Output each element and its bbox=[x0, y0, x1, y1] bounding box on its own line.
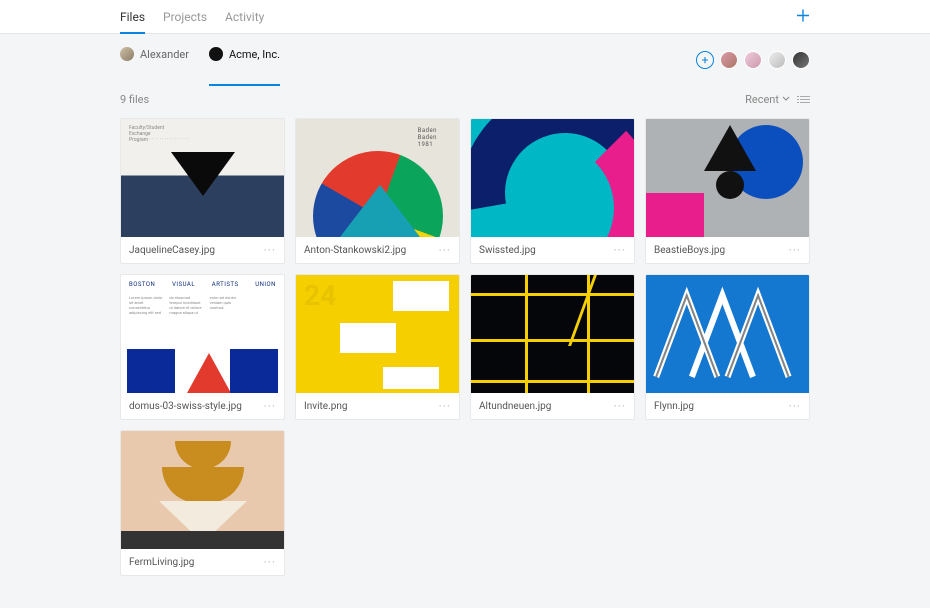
org-tab-personal[interactable]: Alexander bbox=[120, 34, 189, 86]
sort-controls: Recent bbox=[745, 93, 810, 106]
avatar-icon bbox=[209, 47, 223, 61]
list-icon bbox=[800, 99, 810, 100]
new-file-button[interactable] bbox=[796, 7, 810, 26]
list-icon bbox=[800, 102, 810, 103]
file-thumbnail bbox=[646, 119, 809, 237]
thumb-text: 24 bbox=[304, 279, 336, 312]
file-card[interactable]: 24 Invite.png ··· bbox=[295, 274, 460, 420]
plus-icon: + bbox=[702, 53, 709, 67]
file-card[interactable]: Altundneuen.jpg ··· bbox=[470, 274, 635, 420]
file-more-button[interactable]: ··· bbox=[439, 243, 451, 257]
collaborator-avatar[interactable] bbox=[792, 51, 810, 69]
list-icon bbox=[800, 96, 810, 97]
file-more-button[interactable]: ··· bbox=[264, 555, 276, 569]
file-count: 9 files bbox=[120, 93, 149, 106]
file-more-button[interactable]: ··· bbox=[439, 399, 451, 413]
file-card[interactable]: Baden Baden 1981 Anton-Stankowski2.jpg ·… bbox=[295, 118, 460, 264]
file-thumbnail bbox=[121, 431, 284, 549]
collaborator-avatar[interactable] bbox=[720, 51, 738, 69]
file-grid: Faculty/StudentExchangeProgram · · · · ·… bbox=[120, 118, 810, 576]
thumb-text: Faculty/StudentExchangeProgram · · · · ·… bbox=[129, 125, 235, 143]
file-name: Altundneuen.jpg bbox=[479, 401, 551, 412]
file-card[interactable]: BOSTON VISUAL ARTISTS UNION Lorem ipsum … bbox=[120, 274, 285, 420]
file-more-button[interactable]: ··· bbox=[264, 399, 276, 413]
file-more-button[interactable]: ··· bbox=[614, 243, 626, 257]
file-card[interactable]: Faculty/StudentExchangeProgram · · · · ·… bbox=[120, 118, 285, 264]
file-name: domus-03-swiss-style.jpg bbox=[129, 401, 242, 412]
file-card[interactable]: Swissted.jpg ··· bbox=[470, 118, 635, 264]
file-name: Flynn.jpg bbox=[654, 401, 694, 412]
tab-activity[interactable]: Activity bbox=[225, 0, 264, 33]
file-thumbnail: Faculty/StudentExchangeProgram · · · · ·… bbox=[121, 119, 284, 237]
top-bar: Files Projects Activity bbox=[0, 0, 930, 34]
file-card[interactable]: BeastieBoys.jpg ··· bbox=[645, 118, 810, 264]
file-name: JaquelineCasey.jpg bbox=[129, 245, 215, 256]
top-nav: Files Projects Activity bbox=[120, 0, 264, 33]
collaborator-avatar[interactable] bbox=[768, 51, 786, 69]
file-more-button[interactable]: ··· bbox=[789, 399, 801, 413]
list-view-toggle[interactable] bbox=[800, 96, 810, 103]
org-label: Alexander bbox=[140, 48, 189, 61]
avatar-icon bbox=[120, 47, 134, 61]
main-area: Alexander Acme, Inc. + 9 files Recent bbox=[0, 34, 930, 608]
file-name: BeastieBoys.jpg bbox=[654, 245, 725, 256]
thumb-text: BOSTON VISUAL ARTISTS UNION bbox=[129, 281, 276, 288]
add-collaborator-button[interactable]: + bbox=[696, 51, 714, 69]
org-tabs: Alexander Acme, Inc. bbox=[120, 34, 280, 86]
sort-dropdown[interactable]: Recent bbox=[745, 93, 790, 106]
tab-projects[interactable]: Projects bbox=[163, 0, 207, 33]
sub-bar: Alexander Acme, Inc. + bbox=[120, 34, 810, 86]
tab-files[interactable]: Files bbox=[120, 0, 145, 33]
org-label: Acme, Inc. bbox=[229, 48, 280, 61]
file-name: Swissted.jpg bbox=[479, 245, 536, 256]
chevron-down-icon bbox=[782, 96, 790, 102]
collaborators: + bbox=[696, 51, 810, 69]
file-thumbnail bbox=[646, 275, 809, 393]
file-thumbnail: BOSTON VISUAL ARTISTS UNION Lorem ipsum … bbox=[121, 275, 284, 393]
file-thumbnail bbox=[471, 275, 634, 393]
plus-icon bbox=[796, 8, 810, 22]
file-thumbnail: 24 bbox=[296, 275, 459, 393]
file-name: FermLiving.jpg bbox=[129, 557, 194, 568]
sort-label: Recent bbox=[745, 93, 779, 106]
collaborator-avatar[interactable] bbox=[744, 51, 762, 69]
file-thumbnail bbox=[471, 119, 634, 237]
filter-bar: 9 files Recent bbox=[120, 86, 810, 112]
file-card[interactable]: FermLiving.jpg ··· bbox=[120, 430, 285, 576]
file-card[interactable]: Flynn.jpg ··· bbox=[645, 274, 810, 420]
thumb-text: Baden Baden 1981 bbox=[418, 127, 437, 149]
file-more-button[interactable]: ··· bbox=[264, 243, 276, 257]
file-name: Anton-Stankowski2.jpg bbox=[304, 245, 406, 256]
file-more-button[interactable]: ··· bbox=[614, 399, 626, 413]
file-name: Invite.png bbox=[304, 401, 347, 412]
file-more-button[interactable]: ··· bbox=[789, 243, 801, 257]
file-thumbnail: Baden Baden 1981 bbox=[296, 119, 459, 237]
org-tab-acme[interactable]: Acme, Inc. bbox=[209, 34, 280, 86]
